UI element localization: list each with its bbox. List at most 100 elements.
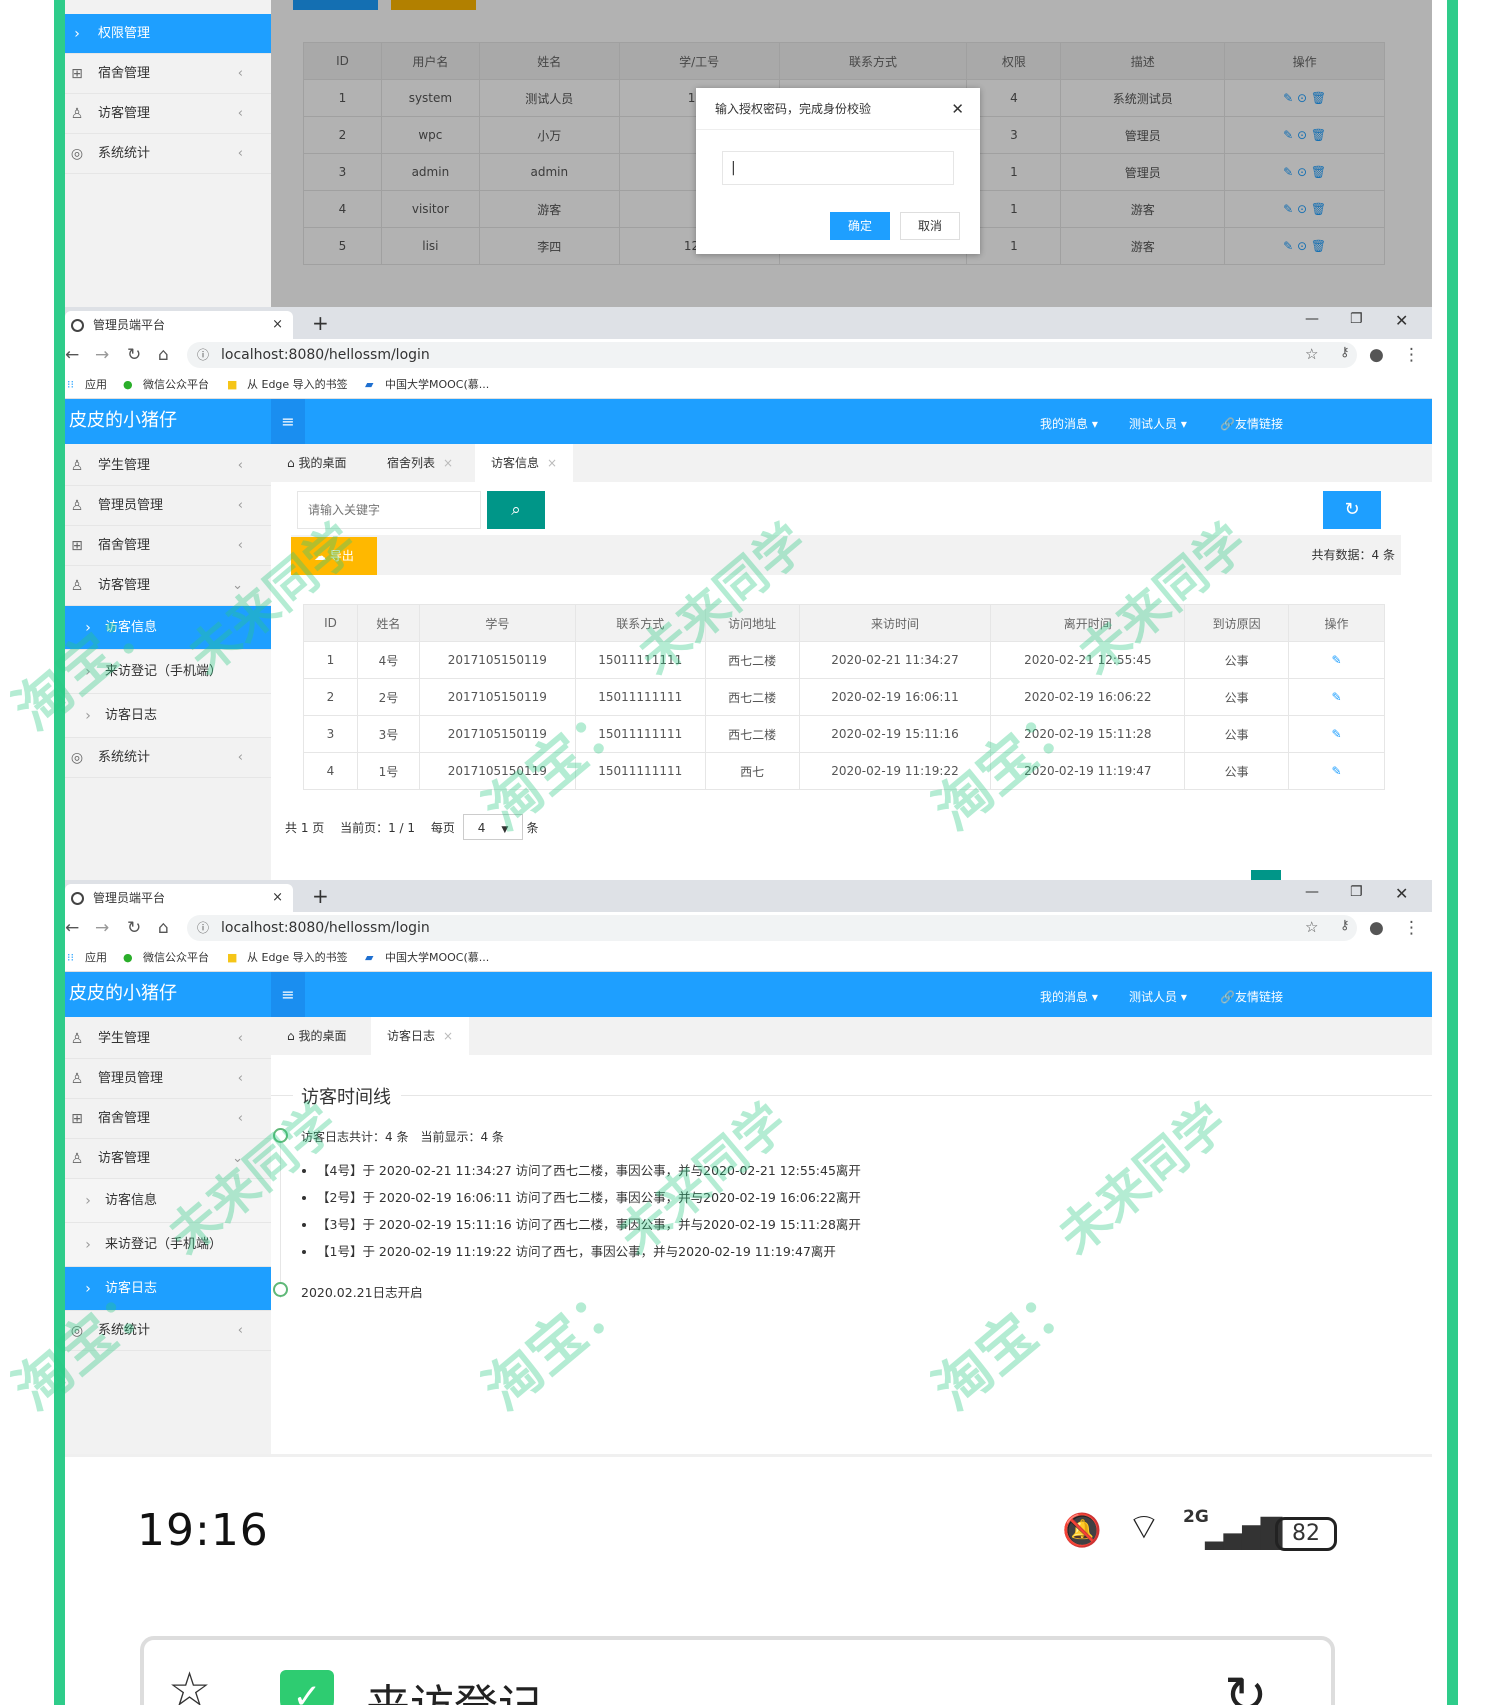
messages-menu[interactable]: 我的消息 ▾ xyxy=(1040,988,1098,1005)
export-button[interactable]: ☁ 导出 xyxy=(291,537,377,575)
bookmark-mooc[interactable]: 中国大学MOOC(慕... xyxy=(385,371,489,399)
sidebar-item-register[interactable]: › 来访登记（手机端） xyxy=(65,650,271,694)
tab-dorm-list[interactable]: 宿舍列表 × xyxy=(371,444,469,482)
sidebar-item-visitors[interactable]: ♙ 访客管理 ‹ xyxy=(65,94,271,134)
reload-icon[interactable]: ↻ xyxy=(1224,1666,1268,1705)
sidebar-item-stats[interactable]: ◎ 系统统计 ‹ xyxy=(65,738,271,778)
restore-icon[interactable]: ❐ xyxy=(1350,884,1363,900)
close-icon[interactable]: × xyxy=(443,456,453,470)
url-text: localhost:8080/hellossm/login xyxy=(221,347,430,363)
bookmark-wechat[interactable]: 微信公众平台 xyxy=(143,944,209,972)
sidebar-item-visitor-log[interactable]: › 访客日志 xyxy=(65,1267,271,1311)
sidebar-item-visitor-info[interactable]: › 访客信息 xyxy=(65,1179,271,1223)
sidebar-item-admins[interactable]: ♙ 管理员管理 ‹ xyxy=(65,486,271,526)
sidebar-item-register[interactable]: › 来访登记（手机端） xyxy=(65,1223,271,1267)
star-icon[interactable]: ☆ xyxy=(1305,345,1318,363)
menu-icon[interactable]: ⋮ xyxy=(1403,918,1420,938)
user-menu[interactable]: 测试人员 ▾ xyxy=(1129,415,1187,432)
reload-icon[interactable]: ↻ xyxy=(127,918,141,938)
menu-toggle-icon[interactable]: ≡ xyxy=(271,972,305,1017)
bookmark-mooc[interactable]: 中国大学MOOC(慕... xyxy=(385,944,489,972)
key-icon[interactable]: ⚷ xyxy=(1340,345,1350,360)
edit-icon[interactable]: ✎ xyxy=(1331,727,1341,741)
close-tab-icon[interactable]: × xyxy=(272,311,283,339)
tab-desktop[interactable]: ⌂ 我的桌面 xyxy=(271,1017,362,1055)
sidebar-item-students[interactable]: ♙ 学生管理 ‹ xyxy=(65,446,271,486)
star-icon[interactable]: ☆ xyxy=(1305,918,1318,936)
home-icon[interactable]: ⌂ xyxy=(158,918,169,938)
edit-icon[interactable]: ✎ xyxy=(1331,690,1341,704)
messages-menu[interactable]: 我的消息 ▾ xyxy=(1040,415,1098,432)
search-button[interactable]: ⌕ xyxy=(487,491,545,529)
back-icon[interactable]: ← xyxy=(65,918,79,938)
home-icon[interactable]: ⌂ xyxy=(158,345,169,365)
sidebar-item-permissions[interactable]: › 权限管理 xyxy=(65,14,271,54)
sidebar-item-visitors[interactable]: ♙ 访客管理 ⌄ xyxy=(65,566,271,606)
user-menu[interactable]: 测试人员 ▾ xyxy=(1129,988,1187,1005)
pager-unit: 条 xyxy=(526,821,539,835)
close-window-icon[interactable]: ✕ xyxy=(1395,884,1408,903)
cancel-button[interactable]: 取消 xyxy=(900,212,960,240)
bookmark-apps[interactable]: 应用 xyxy=(85,944,107,972)
close-icon[interactable]: × xyxy=(443,1029,453,1043)
tab-visitor-log[interactable]: 访客日志 × xyxy=(371,1017,470,1055)
links-menu[interactable]: 🔗友情链接 xyxy=(1220,415,1283,432)
per-page-select[interactable]: 4 ▼ xyxy=(462,814,523,840)
wechat-icon: ● xyxy=(123,951,133,964)
links-menu[interactable]: 🔗友情链接 xyxy=(1220,988,1283,1005)
page-current-button[interactable] xyxy=(1251,870,1281,880)
close-icon[interactable]: ✕ xyxy=(951,100,964,118)
password-input[interactable]: | xyxy=(722,151,954,185)
restore-icon[interactable]: ❐ xyxy=(1350,311,1363,327)
dialog-title: 输入授权密码，完成身份校验 xyxy=(696,88,980,130)
sidebar-item-stats[interactable]: ◎ 系统统计 ‹ xyxy=(65,1311,271,1351)
sidebar-item-visitor-info[interactable]: › 访客信息 xyxy=(65,606,271,650)
browser-tab[interactable]: 管理员端平台 × xyxy=(65,311,293,339)
col-header: 到访原因 xyxy=(1184,604,1290,642)
browser-tab[interactable]: 管理员端平台 × xyxy=(65,884,293,912)
key-icon[interactable]: ⚷ xyxy=(1340,918,1350,933)
minimize-icon[interactable]: — xyxy=(1305,884,1319,900)
table-cell: 15011111111 xyxy=(574,752,706,790)
sidebar-item-stats[interactable]: ◎ 系统统计 ‹ xyxy=(65,134,271,174)
url-field[interactable]: ⓘ localhost:8080/hellossm/login xyxy=(187,915,1357,941)
forward-icon[interactable]: → xyxy=(95,345,109,365)
sidebar-item-dorm[interactable]: ⊞ 宿舍管理 ‹ xyxy=(65,526,271,566)
refresh-button[interactable]: ↻ xyxy=(1323,491,1381,529)
profile-icon[interactable]: ● xyxy=(1369,918,1384,938)
bookmark-apps[interactable]: 应用 xyxy=(85,371,107,399)
bookmark-edge[interactable]: 从 Edge 导入的书签 xyxy=(247,944,348,972)
sidebar-item-dorm[interactable]: ⊞ 宿舍管理 ‹ xyxy=(65,54,271,94)
menu-toggle-icon[interactable]: ≡ xyxy=(271,399,305,444)
sidebar-item-admins[interactable]: ♙ 管理员管理 ‹ xyxy=(65,1059,271,1099)
tab-desktop[interactable]: ⌂ 我的桌面 xyxy=(271,444,362,482)
profile-icon[interactable]: ● xyxy=(1369,345,1384,365)
new-tab-button[interactable]: + xyxy=(312,309,329,337)
sidebar-item-visitor-log[interactable]: › 访客日志 xyxy=(65,694,271,738)
bookmark-wechat[interactable]: 微信公众平台 xyxy=(143,371,209,399)
app-header: 皮皮的小猪仔 ≡ 我的消息 ▾ 测试人员 ▾ 🔗友情链接 xyxy=(65,399,1432,444)
confirm-button[interactable]: 确定 xyxy=(830,212,890,240)
minimize-icon[interactable]: — xyxy=(1305,311,1319,327)
sidebar-item-dorm[interactable]: ⊞ 宿舍管理 ‹ xyxy=(65,1099,271,1139)
tab-visitor-info[interactable]: 访客信息 × xyxy=(475,444,574,482)
search-icon: ⌕ xyxy=(511,500,521,520)
close-tab-icon[interactable]: × xyxy=(272,884,283,912)
sidebar-item-students[interactable]: ♙ 学生管理 ‹ xyxy=(65,1019,271,1059)
star-icon[interactable]: ☆ xyxy=(168,1666,211,1705)
edit-icon[interactable]: ✎ xyxy=(1331,764,1341,778)
sidebar-item-label: 访客信息 xyxy=(105,620,158,635)
menu-icon[interactable]: ⋮ xyxy=(1403,345,1420,365)
chevron-right-icon: › xyxy=(85,1193,91,1209)
sidebar-item-visitors[interactable]: ♙ 访客管理 ⌄ xyxy=(65,1139,271,1179)
new-tab-button[interactable]: + xyxy=(312,882,329,910)
back-icon[interactable]: ← xyxy=(65,345,79,365)
reload-icon[interactable]: ↻ xyxy=(127,345,141,365)
search-input[interactable] xyxy=(297,491,481,529)
url-field[interactable]: ⓘ localhost:8080/hellossm/login xyxy=(187,342,1357,368)
forward-icon[interactable]: → xyxy=(95,918,109,938)
edit-icon[interactable]: ✎ xyxy=(1331,653,1341,667)
close-window-icon[interactable]: ✕ xyxy=(1395,311,1408,330)
bookmark-edge[interactable]: 从 Edge 导入的书签 xyxy=(247,371,348,399)
close-icon[interactable]: × xyxy=(547,456,557,470)
